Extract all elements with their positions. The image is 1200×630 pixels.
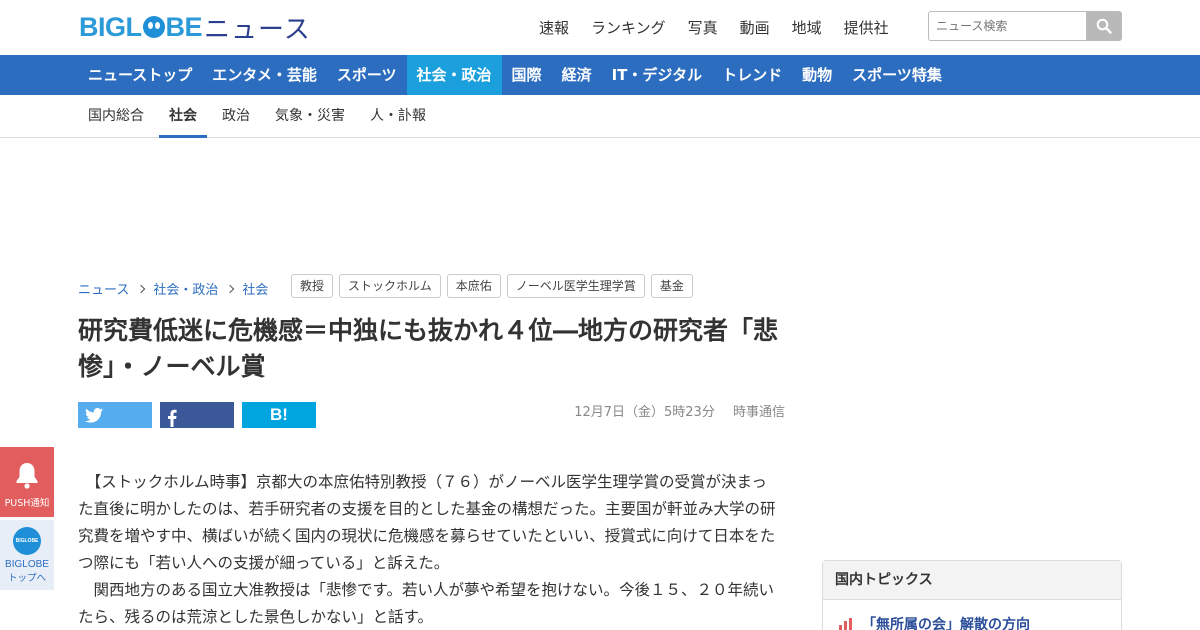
subnav-people-obituary[interactable]: 人・訃報	[360, 95, 436, 138]
logo-text: BIGL	[79, 11, 142, 42]
twitter-icon	[85, 407, 103, 423]
mainnav-society-politics[interactable]: 社会・政治	[406, 55, 502, 95]
topnav-ranking[interactable]: ランキング	[591, 17, 666, 38]
mainnav-it-digital[interactable]: IT・デジタル	[602, 55, 713, 95]
hatena-bookmark-button[interactable]: B!	[242, 402, 316, 428]
logo-text-2: BE	[165, 11, 203, 42]
logo-news-text: ニュース	[204, 14, 311, 45]
topnav-providers[interactable]: 提供社	[844, 17, 889, 38]
facebook-icon	[168, 409, 177, 427]
chevron-right-icon	[137, 284, 146, 293]
search-input[interactable]	[928, 11, 1086, 41]
search-box	[928, 11, 1122, 41]
tag-stockholm[interactable]: ストックホルム	[339, 274, 441, 298]
logo-ball-icon	[142, 16, 165, 38]
article-date: 12月7日（金）5時23分	[574, 405, 715, 420]
topnav-sokuho[interactable]: 速報	[539, 17, 569, 38]
mainnav-sports[interactable]: スポーツ	[327, 55, 407, 95]
article-paragraph: 【ストックホルム時事】京都大の本庶佑特別教授（７６）がノーベル医学生理学賞の受賞…	[78, 473, 776, 572]
topnav-video[interactable]: 動画	[740, 17, 770, 38]
domestic-topics-panel: 国内トピックス 「無所属の会」解散の方向	[822, 560, 1122, 630]
mainnav-international[interactable]: 国際	[502, 55, 552, 95]
subnav-weather-disaster[interactable]: 気象・災害	[265, 95, 355, 138]
mainnav-entertainment[interactable]: エンタメ・芸能	[202, 55, 327, 95]
mainnav-economy[interactable]: 経済	[552, 55, 602, 95]
mainnav-sports-feature[interactable]: スポーツ特集	[842, 55, 952, 95]
push-notification-button[interactable]: PUSH通知	[0, 447, 54, 517]
article-body: 【ストックホルム時事】京都大の本庶佑特別教授（７６）がノーベル医学生理学賞の受賞…	[78, 469, 782, 630]
breadcrumb: ニュース 社会・政治 社会	[78, 279, 268, 298]
topnav-photo[interactable]: 写真	[688, 17, 718, 38]
article-meta: 12月7日（金）5時23分 時事通信	[574, 401, 785, 420]
subnav-domestic[interactable]: 国内総合	[78, 95, 154, 138]
article-paragraph: 関西地方のある国立大准教授は「悲惨です。若い人が夢や希望を抱けない。今後１５、２…	[78, 581, 774, 626]
bell-icon	[16, 463, 38, 489]
subnav-politics[interactable]: 政治	[212, 95, 260, 138]
topic-item-label: 「無所属の会」解散の方向	[862, 617, 1030, 630]
topics-heading: 国内トピックス	[823, 561, 1121, 600]
tag-professor[interactable]: 教授	[291, 274, 334, 298]
topnav-region[interactable]: 地域	[792, 17, 822, 38]
topic-item[interactable]: 「無所属の会」解散の方向	[823, 600, 1121, 630]
biglobe-news-logo[interactable]: BIGL BE ニュース	[79, 10, 311, 45]
search-icon	[1096, 18, 1112, 34]
push-label: PUSH通知	[4, 498, 50, 509]
twitter-share-button[interactable]	[78, 402, 152, 428]
tag-fund[interactable]: 基金	[650, 274, 693, 298]
chevron-right-icon	[226, 284, 235, 293]
biglobe-mascot-icon: BIGLOBE	[13, 527, 41, 555]
ranking-bars-icon	[839, 618, 852, 630]
article-source[interactable]: 時事通信	[733, 405, 785, 420]
top-nav: 速報 ランキング 写真 動画 地域 提供社	[539, 17, 911, 38]
biglobe-top-label: BIGLOBE	[5, 559, 49, 570]
breadcrumb-news[interactable]: ニュース	[78, 279, 129, 298]
article-title: 研究費低迷に危機感＝中独にも抜かれ４位―地方の研究者「悲惨」・ノーベル賞	[78, 316, 779, 381]
mainnav-news-top[interactable]: ニューストップ	[78, 55, 202, 95]
share-buttons: B!	[78, 402, 324, 428]
tag-honjo-tasuku[interactable]: 本庶佑	[446, 274, 501, 298]
breadcrumb-society-politics[interactable]: 社会・政治	[153, 279, 218, 298]
mainnav-trend[interactable]: トレンド	[712, 55, 792, 95]
mainnav-animals[interactable]: 動物	[792, 55, 842, 95]
tag-nobel-medicine[interactable]: ノーベル医学生理学賞	[506, 274, 645, 298]
biglobe-top-button[interactable]: BIGLOBE BIGLOBE トップへ	[0, 520, 54, 590]
to-top-label: トップへ	[7, 573, 46, 584]
breadcrumb-society[interactable]: 社会	[242, 279, 268, 298]
site-header: BIGL BE ニュース 速報 ランキング 写真 動画 地域 提供社	[0, 0, 1200, 55]
sub-nav: 国内総合 社会 政治 気象・災害 人・訃報	[0, 95, 1200, 138]
main-nav: ニューストップ エンタメ・芸能 スポーツ 社会・政治 国際 経済 IT・デジタル…	[0, 55, 1200, 95]
subnav-society[interactable]: 社会	[159, 95, 207, 138]
facebook-share-button[interactable]	[160, 402, 234, 428]
article-tags: 教授 ストックホルム 本庶佑 ノーベル医学生理学賞 基金	[291, 274, 699, 298]
search-button[interactable]	[1086, 11, 1122, 41]
